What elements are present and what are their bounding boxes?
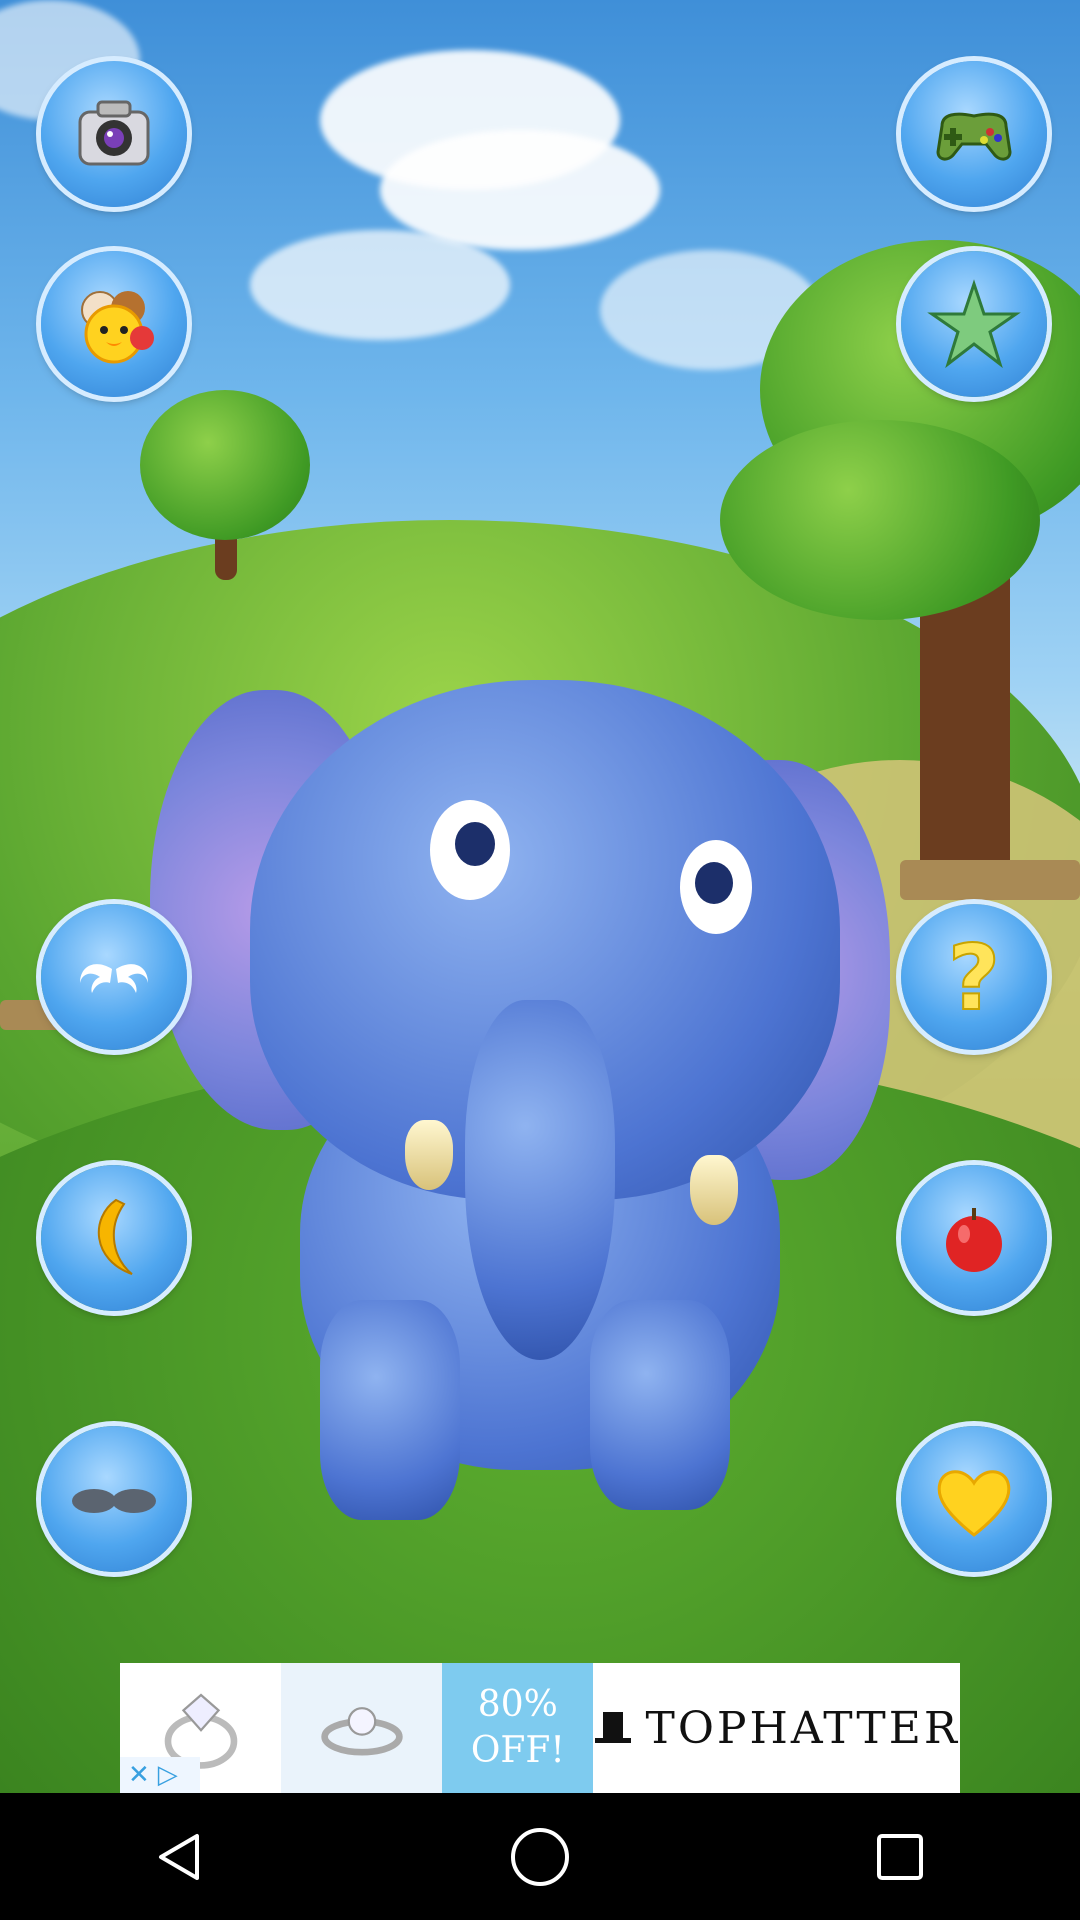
- navigation-bar: [0, 1793, 1080, 1920]
- animals-icon: [81, 291, 154, 364]
- elephant-pupil: [695, 862, 733, 904]
- back-button[interactable]: [120, 1797, 240, 1917]
- ad-offer-text: OFF!: [470, 1730, 565, 1771]
- ad-banner[interactable]: 80% OFF! TOPHATTER: [120, 1663, 960, 1793]
- more-pets-button[interactable]: [41, 251, 187, 397]
- camera-button[interactable]: [41, 61, 187, 207]
- glasses-button[interactable]: [41, 1426, 187, 1572]
- back-icon: [159, 1833, 199, 1880]
- recents-button[interactable]: [840, 1797, 960, 1917]
- apple-icon: [946, 1208, 1002, 1272]
- gamepad-icon: [936, 112, 1012, 161]
- help-label: ?: [948, 929, 1000, 1025]
- ad-offer: 80% OFF!: [442, 1663, 594, 1793]
- ring-icon: [320, 1707, 403, 1756]
- tree-top: [140, 390, 310, 540]
- ad-brand: TOPHATTER: [593, 1663, 960, 1793]
- cloud: [250, 230, 510, 340]
- elephant-leg: [590, 1300, 730, 1510]
- game-scene: ?: [0, 0, 1080, 1793]
- elephant-tusk: [405, 1120, 453, 1190]
- trunk-icon: [80, 964, 148, 993]
- ad-ring-image: [281, 1663, 443, 1793]
- ad-brand-name: TOPHATTER: [645, 1702, 960, 1754]
- elephant-trunk: [465, 1000, 615, 1360]
- home-button[interactable]: [480, 1797, 600, 1917]
- banana-icon: [97, 1198, 133, 1275]
- tree-top: [720, 420, 1040, 620]
- elephant-leg: [320, 1300, 460, 1520]
- games-button[interactable]: [901, 61, 1047, 207]
- recents-icon: [877, 1833, 923, 1880]
- elephant-pupil: [455, 822, 495, 866]
- trunk-button[interactable]: [41, 904, 187, 1050]
- fence: [900, 860, 1080, 900]
- love-button[interactable]: [901, 1426, 1047, 1572]
- heart-icon: [937, 1470, 1011, 1537]
- ad-choices[interactable]: ✕ ▷: [120, 1757, 200, 1793]
- ad-play-icon[interactable]: ▷: [158, 1762, 178, 1788]
- home-icon: [511, 1827, 569, 1886]
- apple-button[interactable]: [901, 1165, 1047, 1311]
- ad-close-icon[interactable]: ✕: [128, 1762, 150, 1788]
- top-hat-icon: [595, 1712, 632, 1743]
- question-icon: ?: [947, 929, 1001, 1025]
- camera-icon: [78, 100, 150, 166]
- star-icon: [927, 279, 1021, 369]
- rate-button[interactable]: [901, 251, 1047, 397]
- ad-offer-percent: 80%: [477, 1684, 558, 1725]
- elephant-tusk: [690, 1155, 738, 1225]
- banana-button[interactable]: [41, 1165, 187, 1311]
- help-button[interactable]: ?: [901, 904, 1047, 1050]
- sunglasses-icon: [72, 1489, 156, 1513]
